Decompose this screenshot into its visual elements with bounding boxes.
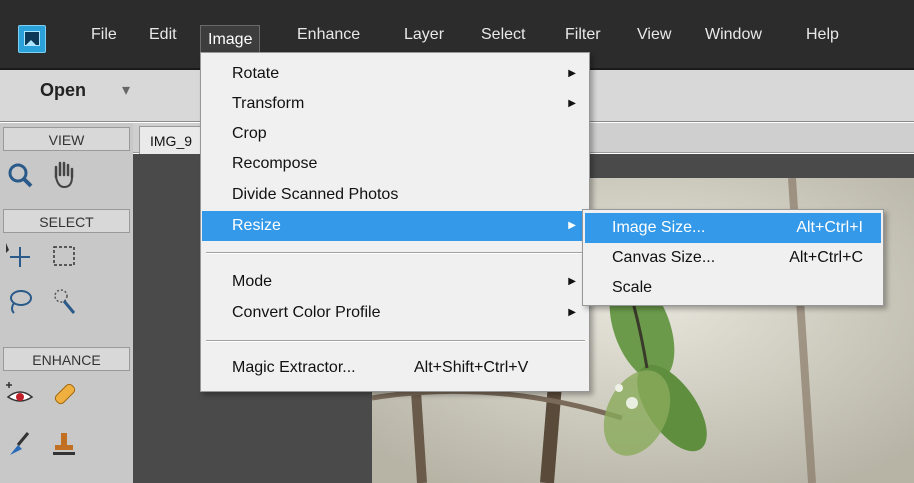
view-section-label: VIEW	[3, 127, 130, 151]
menu-separator	[206, 340, 585, 342]
spot-healing-brush-icon[interactable]	[44, 375, 84, 415]
lasso-tool-icon[interactable]	[0, 281, 40, 321]
menu-item-mode[interactable]: Mode ▶	[202, 267, 588, 297]
menu-item-label: Resize	[232, 217, 281, 234]
select-section-label: SELECT	[3, 209, 130, 233]
menu-item-label: Divide Scanned Photos	[232, 186, 399, 203]
tools-panel: VIEW SELECT ENHANCE	[0, 123, 133, 483]
menu-item-resize[interactable]: Resize ▶	[202, 211, 588, 241]
submenu-item-label: Canvas Size...	[612, 249, 716, 266]
menu-separator	[206, 252, 585, 254]
submenu-arrow-icon: ▶	[568, 68, 576, 79]
move-tool-icon[interactable]	[0, 237, 40, 277]
menu-view[interactable]: View	[637, 0, 671, 70]
menu-item-transform[interactable]: Transform ▶	[202, 89, 588, 119]
submenu-item-shortcut: Alt+Ctrl+C	[789, 249, 863, 266]
menu-image[interactable]: Image	[200, 25, 261, 55]
menu-item-label: Transform	[232, 95, 305, 112]
quick-selection-icon[interactable]	[44, 281, 84, 321]
menu-item-label: Recompose	[232, 155, 318, 172]
enhance-section-label: ENHANCE	[3, 347, 130, 371]
menu-item-convert-color-profile[interactable]: Convert Color Profile ▶	[202, 298, 588, 328]
menu-edit[interactable]: Edit	[149, 0, 177, 70]
open-dropdown-caret-icon[interactable]: ▾	[122, 80, 130, 100]
hand-tool-icon[interactable]	[44, 155, 84, 195]
submenu-arrow-icon: ▶	[568, 276, 576, 287]
photoshop-elements-app-icon[interactable]	[18, 25, 46, 53]
menu-item-label: Magic Extractor...	[232, 359, 356, 376]
menu-item-label: Mode	[232, 273, 273, 290]
menu-item-divide-scanned-photos[interactable]: Divide Scanned Photos	[202, 180, 588, 210]
menu-item-rotate[interactable]: Rotate ▶	[202, 59, 588, 89]
submenu-item-scale[interactable]: Scale	[585, 273, 881, 303]
submenu-item-canvas-size[interactable]: Canvas Size... Alt+Ctrl+C	[585, 243, 881, 273]
menu-item-shortcut: Alt+Shift+Ctrl+V	[414, 359, 529, 376]
submenu-item-image-size[interactable]: Image Size... Alt+Ctrl+I	[585, 213, 881, 243]
submenu-arrow-icon: ▶	[568, 307, 576, 318]
clone-stamp-icon[interactable]	[44, 423, 84, 463]
submenu-item-shortcut: Alt+Ctrl+I	[796, 219, 863, 236]
open-button[interactable]: Open	[40, 80, 86, 101]
menu-item-label: Rotate	[232, 65, 280, 82]
menu-file[interactable]: File	[91, 0, 117, 70]
submenu-arrow-icon: ▶	[568, 98, 576, 109]
menu-item-recompose[interactable]: Recompose	[202, 149, 588, 179]
submenu-arrow-icon: ▶	[568, 220, 576, 231]
smart-brush-icon[interactable]	[0, 423, 40, 463]
zoom-tool-icon[interactable]	[0, 155, 40, 195]
menu-window[interactable]: Window	[705, 0, 762, 70]
menu-item-magic-extractor[interactable]: Magic Extractor... Alt+Shift+Ctrl+V	[202, 353, 588, 383]
menu-item-label: Convert Color Profile	[232, 304, 381, 321]
red-eye-tool-icon[interactable]	[0, 375, 40, 415]
rectangular-marquee-icon[interactable]	[44, 237, 84, 277]
resize-submenu: Image Size... Alt+Ctrl+I Canvas Size... …	[582, 209, 884, 306]
image-menu-dropdown: Rotate ▶ Transform ▶ Crop Recompose Divi…	[200, 52, 590, 392]
menu-item-crop[interactable]: Crop	[202, 119, 588, 149]
menu-item-label: Crop	[232, 125, 267, 142]
submenu-item-label: Scale	[612, 279, 653, 296]
menu-help[interactable]: Help	[806, 0, 839, 70]
submenu-item-label: Image Size...	[612, 219, 706, 236]
